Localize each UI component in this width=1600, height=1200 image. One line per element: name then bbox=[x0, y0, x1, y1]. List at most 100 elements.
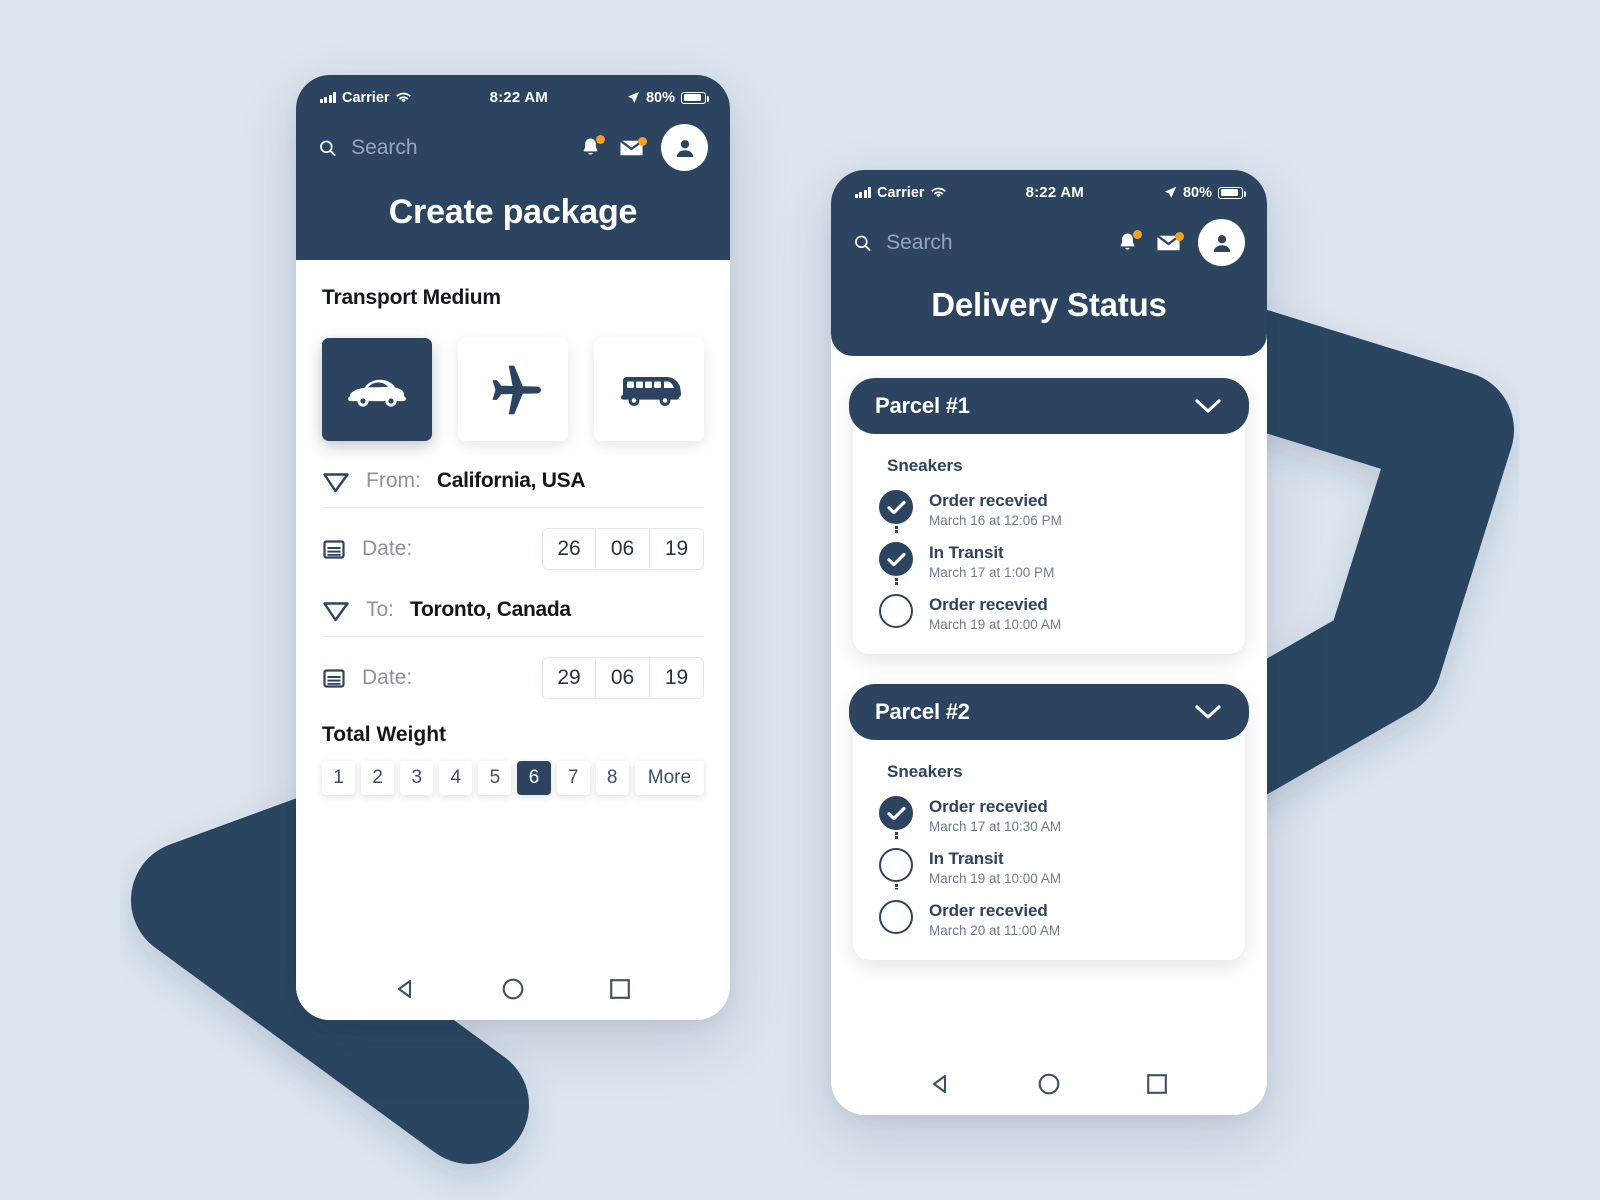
search-input[interactable] bbox=[351, 135, 565, 160]
weight-option-5[interactable]: 5 bbox=[478, 761, 512, 795]
create-header: Carrier 8:22 AM 80% Search Create packag… bbox=[296, 75, 730, 260]
avatar[interactable] bbox=[661, 124, 708, 171]
page-title: Delivery Status bbox=[931, 286, 1167, 323]
android-nav-bar bbox=[296, 958, 730, 1020]
delivery-body: Parcel #1 Sneakers Order recevied March … bbox=[831, 356, 1267, 1053]
timeline-connector bbox=[895, 578, 898, 582]
timeline-connector bbox=[895, 884, 898, 888]
transport-option-bus[interactable] bbox=[594, 338, 704, 441]
home-circle-icon[interactable] bbox=[500, 976, 526, 1002]
status-bar: Carrier 8:22 AM 80% bbox=[831, 170, 1267, 205]
back-triangle-icon[interactable] bbox=[393, 976, 419, 1002]
from-date-day[interactable]: 26 bbox=[542, 528, 596, 570]
weight-option-7[interactable]: 7 bbox=[556, 761, 590, 795]
from-date-year[interactable]: 19 bbox=[650, 528, 704, 570]
bell-icon[interactable] bbox=[1116, 230, 1142, 254]
step-timestamp: March 19 at 10:00 AM bbox=[929, 617, 1062, 632]
parcel-item-name: Sneakers bbox=[887, 456, 963, 475]
wifi-icon bbox=[395, 92, 411, 102]
transport-option-car[interactable] bbox=[322, 338, 432, 441]
to-value: Toronto, Canada bbox=[410, 598, 571, 621]
calendar-icon bbox=[323, 540, 345, 559]
bell-badge bbox=[596, 135, 605, 144]
screen: Carrier 8:22 AM 80% Search Create packag… bbox=[0, 0, 1600, 1200]
chevron-down-icon[interactable] bbox=[1193, 702, 1223, 722]
to-date-day[interactable]: 29 bbox=[542, 657, 596, 699]
timeline-step: Order recevied March 17 at 10:30 AM bbox=[879, 796, 1245, 848]
weight-option-4[interactable]: 4 bbox=[439, 761, 473, 795]
step-status: In Transit bbox=[929, 543, 1004, 562]
from-date-month[interactable]: 06 bbox=[596, 528, 650, 570]
carrier-label: Carrier bbox=[341, 89, 390, 106]
transport-option-airplane[interactable] bbox=[458, 338, 568, 441]
from-value: California, USA bbox=[436, 469, 586, 492]
parcel-timeline: Order recevied March 17 at 10:30 AM In T… bbox=[853, 782, 1245, 938]
to-date-label: Date: bbox=[362, 666, 413, 689]
battery-percent: 80% bbox=[645, 89, 675, 106]
weight-more-button[interactable]: More bbox=[634, 761, 705, 795]
parcel-header-1[interactable]: Parcel #1 bbox=[849, 378, 1249, 434]
weight-option-3[interactable]: 3 bbox=[400, 761, 434, 795]
weight-option-2[interactable]: 2 bbox=[361, 761, 395, 795]
step-status: Order recevied bbox=[929, 491, 1048, 510]
from-block: From: California, USA Date: 26 06 19 bbox=[322, 467, 704, 570]
timeline-step: Order recevied March 16 at 12:06 PM bbox=[879, 490, 1245, 542]
to-date-month[interactable]: 06 bbox=[596, 657, 650, 699]
parcel-title: Parcel #2 bbox=[875, 699, 970, 724]
mail-icon[interactable] bbox=[1156, 231, 1184, 253]
to-date-row: Date: 29 06 19 bbox=[322, 657, 704, 699]
send-arrow-icon bbox=[323, 602, 349, 622]
recents-square-icon[interactable] bbox=[1144, 1071, 1170, 1097]
mail-icon[interactable] bbox=[619, 136, 647, 158]
step-pending-icon bbox=[879, 594, 913, 628]
bus-icon bbox=[621, 376, 681, 406]
signal-bars-icon bbox=[855, 187, 871, 198]
parcel-header-2[interactable]: Parcel #2 bbox=[849, 684, 1249, 740]
to-label: To: bbox=[366, 598, 395, 621]
location-arrow-icon bbox=[627, 91, 640, 103]
bell-icon[interactable] bbox=[579, 135, 605, 159]
recents-square-icon[interactable] bbox=[607, 976, 633, 1002]
search-icon[interactable] bbox=[853, 232, 872, 254]
weight-option-1[interactable]: 1 bbox=[322, 761, 356, 795]
step-timestamp: March 19 at 10:00 AM bbox=[929, 871, 1062, 886]
carrier-label: Carrier bbox=[876, 184, 925, 201]
status-bar: Carrier 8:22 AM 80% bbox=[296, 75, 730, 110]
search-icon[interactable] bbox=[318, 137, 337, 159]
to-date-year[interactable]: 19 bbox=[650, 657, 704, 699]
step-timestamp: March 17 at 1:00 PM bbox=[929, 565, 1055, 580]
step-status: Order recevied bbox=[929, 797, 1048, 816]
back-triangle-icon[interactable] bbox=[928, 1071, 954, 1097]
transport-options bbox=[322, 338, 704, 441]
avatar[interactable] bbox=[1198, 219, 1245, 266]
step-timestamp: March 20 at 11:00 AM bbox=[929, 923, 1061, 938]
step-status: Order recevied bbox=[929, 901, 1048, 920]
airplane-icon bbox=[492, 365, 541, 414]
android-nav-bar bbox=[831, 1053, 1267, 1115]
from-date-label: Date: bbox=[362, 537, 413, 560]
chevron-down-icon[interactable] bbox=[1193, 396, 1223, 416]
parcel-item-name: Sneakers bbox=[887, 762, 963, 781]
battery-icon bbox=[681, 91, 710, 104]
wifi-icon bbox=[930, 187, 946, 197]
weight-option-6[interactable]: 6 bbox=[517, 761, 551, 795]
home-circle-icon[interactable] bbox=[1036, 1071, 1062, 1097]
parcel-title: Parcel #1 bbox=[875, 393, 970, 418]
from-field[interactable]: From: California, USA bbox=[322, 467, 704, 508]
timeline-step: Order recevied March 20 at 11:00 AM bbox=[879, 900, 1245, 938]
parcel-card: Parcel #2 Sneakers Order recevied March … bbox=[849, 684, 1249, 960]
to-field[interactable]: To: Toronto, Canada bbox=[322, 596, 704, 637]
search-row bbox=[296, 110, 730, 175]
search-input[interactable] bbox=[886, 230, 1102, 255]
from-date-row: Date: 26 06 19 bbox=[322, 528, 704, 570]
clock: 8:22 AM bbox=[1025, 184, 1084, 201]
transport-section-label: Transport Medium bbox=[322, 286, 501, 309]
timeline-connector bbox=[895, 832, 898, 836]
from-date-inputs: 26 06 19 bbox=[542, 528, 704, 570]
page-title: Create package bbox=[388, 193, 638, 231]
timeline-step: In Transit March 17 at 1:00 PM bbox=[879, 542, 1245, 594]
delivery-header: Carrier 8:22 AM 80% Search Delivery Stat… bbox=[831, 170, 1267, 356]
weight-option-8[interactable]: 8 bbox=[595, 761, 629, 795]
parcel-card: Parcel #1 Sneakers Order recevied March … bbox=[849, 378, 1249, 654]
phone-delivery-status: Carrier 8:22 AM 80% Search Delivery Stat… bbox=[831, 170, 1267, 1115]
